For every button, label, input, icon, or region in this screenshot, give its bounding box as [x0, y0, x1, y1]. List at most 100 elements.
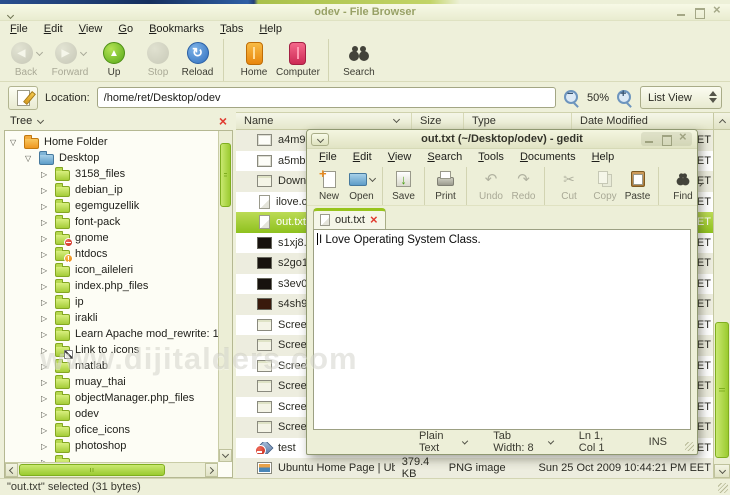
tree-vertical-scrollbar[interactable] [218, 131, 232, 462]
menu-item[interactable]: View [380, 149, 420, 166]
close-icon[interactable] [679, 131, 688, 144]
menu-item[interactable]: Bookmarks [141, 21, 212, 38]
expander-icon[interactable] [41, 314, 50, 323]
scroll-down-icon[interactable] [714, 464, 730, 478]
view-mode-select[interactable]: List View [640, 86, 722, 109]
toolbar-button[interactable]: Undo [473, 167, 509, 205]
tree-item[interactable]: debian_ip [5, 182, 218, 198]
menu-item[interactable]: File [311, 149, 345, 166]
expander-icon[interactable] [41, 186, 50, 195]
toolbar-button[interactable]: Cut [551, 167, 587, 205]
toolbar-button[interactable]: Copy [587, 167, 623, 205]
expander-icon[interactable] [41, 218, 50, 227]
toolbar-button[interactable]: Computer [276, 38, 329, 81]
expander-icon[interactable] [41, 410, 50, 419]
toolbar-button[interactable]: Home [232, 39, 276, 81]
zoom-out-icon[interactable]: − [563, 88, 580, 106]
menu-item[interactable]: Help [584, 149, 623, 166]
file-row[interactable]: Ubuntu Home Page | Ubuntu_125... 379.4 K… [236, 456, 713, 478]
toolbar-button[interactable]: Stop [136, 39, 180, 81]
text-editor-area[interactable]: I Love Operating System Class. [313, 229, 691, 430]
expander-icon[interactable] [41, 394, 50, 403]
tree-item[interactable]: Home Folder [5, 134, 218, 150]
tree-item[interactable]: Learn Apache mod_rewrite: 13 Real-work [5, 326, 218, 342]
expander-icon[interactable] [10, 138, 19, 147]
edit-location-button[interactable] [8, 85, 38, 110]
chevron-down-icon[interactable] [35, 48, 43, 56]
column-header-type[interactable]: Type [464, 113, 572, 129]
tree-item[interactable]: odev [5, 406, 218, 422]
toolbar-button[interactable]: Search [337, 39, 381, 81]
toolbar-button[interactable]: Back [4, 39, 48, 81]
toolbar-button[interactable]: Reload [180, 38, 224, 81]
minimize-icon[interactable] [645, 135, 654, 144]
toolbar-button[interactable]: Up [92, 39, 136, 81]
menu-item[interactable]: View [71, 21, 111, 38]
expander-icon[interactable] [41, 330, 50, 339]
column-header-date[interactable]: Date Modified [572, 113, 713, 129]
scroll-up-icon[interactable] [713, 113, 730, 129]
scrollbar-thumb[interactable] [220, 143, 231, 207]
tab-width-dropdown[interactable]: Tab Width: 8 [493, 430, 554, 454]
resize-grip[interactable] [718, 483, 728, 493]
tree-item[interactable]: gnome [5, 230, 218, 247]
menu-item[interactable]: Search [419, 149, 470, 166]
column-header-size[interactable]: Size [412, 113, 464, 129]
expander-icon[interactable] [41, 442, 50, 451]
tree-item[interactable]: Link to .icons [5, 342, 218, 359]
resize-grip[interactable] [685, 442, 694, 451]
tab-out-txt[interactable]: out.txt × [313, 208, 386, 229]
close-sidebar-icon[interactable]: × [219, 114, 227, 128]
menu-item[interactable]: File [2, 21, 36, 38]
expander-icon[interactable] [41, 362, 50, 371]
toolbar-button[interactable]: Open [347, 166, 383, 205]
expander-icon[interactable] [41, 282, 50, 291]
expander-icon[interactable] [41, 234, 50, 243]
maximize-icon[interactable] [695, 7, 705, 19]
tree-item[interactable] [5, 454, 218, 462]
tree-horizontal-scrollbar[interactable] [5, 462, 218, 477]
menu-item[interactable]: Edit [36, 21, 71, 38]
tree-item[interactable]: 3158_files [5, 166, 218, 182]
column-header-name[interactable]: Name [236, 113, 412, 129]
scrollbar-thumb[interactable] [715, 322, 729, 458]
toolbar-button[interactable]: Print [431, 166, 467, 205]
expander-icon[interactable] [41, 266, 50, 275]
toolbar-button[interactable]: New [311, 166, 347, 205]
tab-close-icon[interactable]: × [370, 213, 378, 226]
file-list-vertical-scrollbar[interactable] [713, 130, 730, 478]
expander-icon[interactable] [25, 154, 34, 163]
language-dropdown[interactable]: Plain Text [419, 430, 469, 454]
maximize-icon[interactable] [662, 134, 672, 146]
expander-icon[interactable] [41, 202, 50, 211]
tree-item[interactable]: Desktop [5, 150, 218, 166]
scrollbar-thumb[interactable] [19, 464, 165, 476]
tree-item[interactable]: font-pack [5, 214, 218, 230]
tree-item[interactable]: egemguzellik [5, 198, 218, 214]
toolbar-button[interactable]: Redo [509, 166, 545, 205]
chevron-down-icon[interactable] [37, 116, 45, 124]
tree-item[interactable]: htdocs [5, 246, 218, 263]
toolbar-button[interactable]: Save [389, 166, 425, 205]
tree-item[interactable]: muay_thai [5, 374, 218, 390]
location-input[interactable] [96, 87, 556, 108]
tree-item[interactable]: photoshop [5, 438, 218, 454]
minimize-icon[interactable] [677, 8, 686, 17]
zoom-in-icon[interactable]: + [616, 88, 633, 106]
scroll-right-icon[interactable] [205, 463, 218, 477]
expander-icon[interactable] [41, 250, 50, 259]
expander-icon[interactable] [41, 298, 50, 307]
close-icon[interactable] [713, 4, 722, 17]
tree-item[interactable]: icon_aileleri [5, 262, 218, 278]
expander-icon[interactable] [41, 426, 50, 435]
toolbar-button[interactable]: Find [665, 167, 701, 205]
chevron-down-icon[interactable] [79, 48, 87, 56]
menu-item[interactable]: Edit [345, 149, 380, 166]
tree-item[interactable]: matlab [5, 358, 218, 374]
toolbar-button[interactable]: Paste [623, 166, 659, 205]
tree-item[interactable]: ip [5, 294, 218, 310]
scroll-left-icon[interactable] [5, 463, 18, 477]
expander-icon[interactable] [41, 378, 50, 387]
scroll-down-icon[interactable] [219, 449, 232, 462]
tree-item[interactable]: ofice_icons [5, 422, 218, 438]
